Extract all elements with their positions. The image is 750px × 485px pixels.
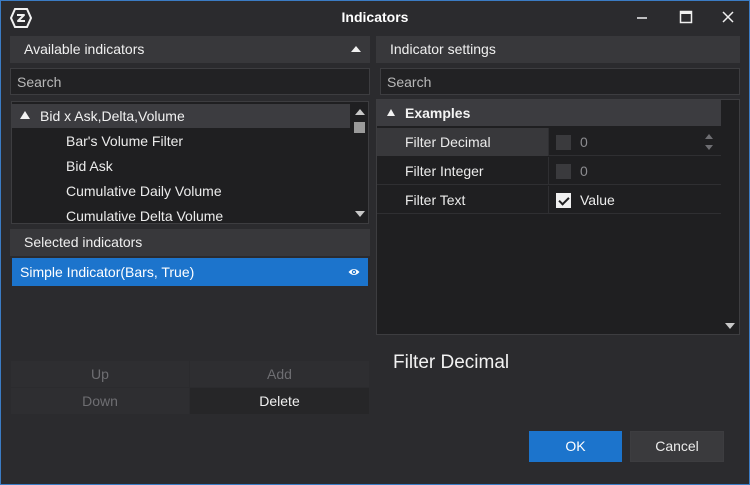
property-row: Filter Decimal 0 <box>377 128 721 156</box>
delete-button[interactable]: Delete <box>190 388 369 414</box>
available-indicators-header[interactable]: Available indicators <box>10 36 370 63</box>
indicator-settings-header: Indicator settings <box>376 36 740 63</box>
property-row: Filter Integer 0 <box>377 157 721 185</box>
title-bar: Indicators <box>1 1 749 34</box>
indicators-dialog: Indicators Available indicators Bid x As… <box>0 0 750 485</box>
property-value[interactable]: 0 <box>550 157 720 185</box>
collapse-up-icon[interactable] <box>351 46 361 53</box>
available-indicators-title: Available indicators <box>24 41 145 57</box>
checkbox[interactable] <box>556 135 571 150</box>
property-value[interactable]: 0 <box>550 128 720 156</box>
property-grid-scrollbar[interactable] <box>722 100 739 334</box>
tree-group-row[interactable]: Bid x Ask,Delta,Volume <box>12 104 350 128</box>
scroll-up-icon[interactable] <box>355 109 365 115</box>
available-search-input[interactable] <box>10 68 370 95</box>
list-item[interactable]: Bar's Volume Filter <box>66 129 183 153</box>
checkbox[interactable] <box>556 164 571 179</box>
list-item[interactable]: Cumulative Daily Volume <box>66 179 222 203</box>
tree-scrollbar[interactable] <box>352 102 368 223</box>
available-indicators-tree: Bid x Ask,Delta,Volume Bar's Volume Filt… <box>11 101 369 224</box>
property-name[interactable]: Filter Decimal <box>377 128 549 156</box>
add-button[interactable]: Add <box>190 361 369 387</box>
minimize-icon <box>637 17 647 19</box>
spinner-icon[interactable] <box>704 131 714 153</box>
selected-indicators-header: Selected indicators <box>10 229 370 256</box>
checkbox-checked[interactable] <box>556 193 571 208</box>
expanded-triangle-icon[interactable] <box>20 111 30 119</box>
list-item[interactable]: Bid Ask <box>66 154 113 178</box>
scroll-down-icon[interactable] <box>355 211 365 217</box>
scrollbar-thumb[interactable] <box>354 122 365 133</box>
property-value[interactable]: Value <box>550 186 720 214</box>
property-name[interactable]: Filter Text <box>377 186 549 214</box>
list-item[interactable]: Cumulative Delta Volume <box>66 204 223 223</box>
close-button[interactable] <box>715 7 741 27</box>
text-value[interactable]: Value <box>580 192 615 208</box>
property-grid: Examples Filter Decimal 0 Filter Integer… <box>376 99 740 335</box>
down-button[interactable]: Down <box>11 388 189 414</box>
maximize-icon <box>679 10 693 24</box>
scroll-down-icon[interactable] <box>725 323 735 329</box>
selected-indicator-item[interactable]: Simple Indicator(Bars, True) <box>12 258 368 286</box>
tree-group-label: Bid x Ask,Delta,Volume <box>40 108 185 124</box>
maximize-button[interactable] <box>673 7 699 27</box>
minimize-button[interactable] <box>629 7 655 27</box>
selected-indicator-label: Simple Indicator(Bars, True) <box>20 264 195 280</box>
description-title: Filter Decimal <box>393 352 510 373</box>
expanded-triangle-icon[interactable] <box>387 109 395 116</box>
property-description: Filter Decimal <box>377 337 740 413</box>
selected-indicators-list: Simple Indicator(Bars, True) <box>11 256 369 360</box>
ok-button[interactable]: OK <box>529 431 622 462</box>
category-row[interactable]: Examples <box>377 100 721 126</box>
cancel-button[interactable]: Cancel <box>630 431 724 462</box>
settings-search-input[interactable] <box>380 68 740 95</box>
eye-icon[interactable] <box>348 267 360 277</box>
property-row: Filter Text Value <box>377 186 721 214</box>
up-button[interactable]: Up <box>11 361 189 387</box>
close-icon <box>722 11 734 23</box>
property-name[interactable]: Filter Integer <box>377 157 549 185</box>
category-label: Examples <box>405 105 471 121</box>
numeric-value[interactable]: 0 <box>580 134 588 150</box>
numeric-value[interactable]: 0 <box>580 163 588 179</box>
